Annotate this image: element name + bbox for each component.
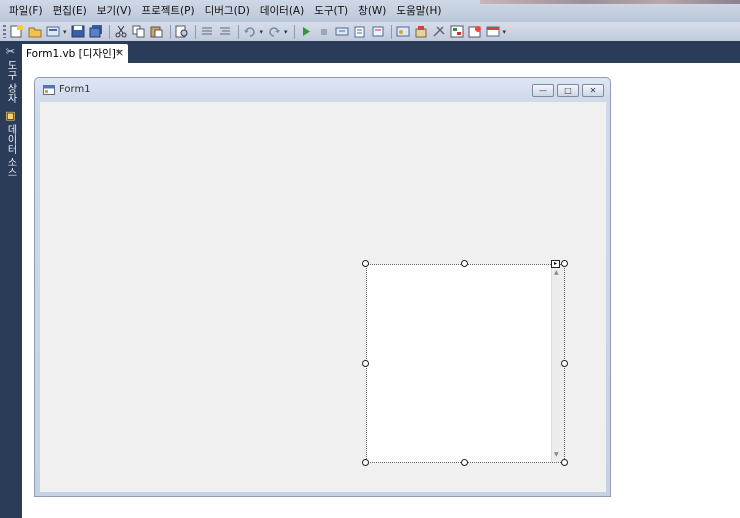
side-tab-data-sources[interactable]: ▣ 데이터 소스 xyxy=(2,109,19,177)
toolbox-icon: ✂ xyxy=(5,45,16,58)
step-into-icon[interactable] xyxy=(334,24,350,39)
maximize-button[interactable]: □ xyxy=(557,84,579,97)
object-browser-icon[interactable] xyxy=(449,24,465,39)
uncomment-icon[interactable] xyxy=(217,24,233,39)
tab-label: Form1.vb [디자인]* xyxy=(26,48,122,60)
close-button[interactable]: ✕ xyxy=(582,84,604,97)
scroll-up-icon[interactable]: ▲ xyxy=(554,269,559,276)
menu-project[interactable]: 프로젝트(P) xyxy=(136,0,199,22)
undo-icon[interactable] xyxy=(242,24,258,39)
menu-data[interactable]: 데이터(A) xyxy=(255,0,309,22)
resize-handle-s[interactable] xyxy=(461,459,468,466)
step-out-icon[interactable] xyxy=(370,24,386,39)
resize-handle-se[interactable] xyxy=(561,459,568,466)
menu-help[interactable]: 도움말(H) xyxy=(391,0,446,22)
close-icon[interactable]: × xyxy=(115,46,124,59)
menu-window[interactable]: 창(W) xyxy=(353,0,391,22)
toolbar-separator xyxy=(293,24,295,39)
stop-icon[interactable] xyxy=(316,24,332,39)
side-tab-label: 데이터 소스 xyxy=(5,124,16,178)
redo-icon[interactable] xyxy=(266,24,282,39)
side-tab-toolbox[interactable]: ✂ 도구 상자 xyxy=(2,45,19,103)
find-icon[interactable] xyxy=(174,24,190,39)
toolbar-separator xyxy=(237,24,239,39)
minimize-button[interactable]: — xyxy=(532,84,554,97)
menu-debug[interactable]: 디버그(D) xyxy=(200,0,255,22)
resize-handle-n[interactable] xyxy=(461,260,468,267)
toolbox-icon[interactable] xyxy=(431,24,447,39)
paste-icon[interactable] xyxy=(149,24,165,39)
menu-view[interactable]: 보기(V) xyxy=(92,0,137,22)
open-file-icon[interactable] xyxy=(27,24,43,39)
add-item-dropdown-icon[interactable]: ▾ xyxy=(63,28,67,36)
form-titlebar: Form1 — □ ✕ xyxy=(35,78,610,102)
resize-handle-sw[interactable] xyxy=(362,459,369,466)
step-over-icon[interactable] xyxy=(352,24,368,39)
start-debug-icon[interactable] xyxy=(298,24,314,39)
document-tab-strip: Form1.vb [디자인]* × xyxy=(22,41,740,63)
start-page-icon[interactable] xyxy=(467,24,483,39)
properties-icon[interactable] xyxy=(413,24,429,39)
resize-handle-nw[interactable] xyxy=(362,260,369,267)
comment-icon[interactable] xyxy=(199,24,215,39)
solution-explorer-icon[interactable] xyxy=(395,24,411,39)
smart-tag-arrow-icon[interactable]: ▸ xyxy=(551,260,560,268)
toolbar-separator xyxy=(108,24,110,39)
form-icon xyxy=(43,85,55,95)
redo-dropdown-icon[interactable]: ▾ xyxy=(284,28,288,36)
menu-bar: 파일(F) 편집(E) 보기(V) 프로젝트(P) 디버그(D) 데이터(A) … xyxy=(0,0,740,22)
toolbar-grip[interactable] xyxy=(3,25,6,38)
form-title: Form1 xyxy=(59,84,91,95)
new-project-icon[interactable] xyxy=(9,24,25,39)
standard-toolbar: ▾ ▾ ▾ ▾ xyxy=(0,22,740,41)
resize-handle-e[interactable] xyxy=(561,360,568,367)
tab-form1-design[interactable]: Form1.vb [디자인]* × xyxy=(22,44,128,63)
undo-dropdown-icon[interactable]: ▾ xyxy=(260,28,264,36)
caption-buttons: — □ ✕ xyxy=(529,84,604,97)
toolbar-separator xyxy=(169,24,171,39)
save-all-icon[interactable] xyxy=(88,24,104,39)
copy-icon[interactable] xyxy=(131,24,147,39)
window-icon[interactable] xyxy=(485,24,501,39)
window-title-strip xyxy=(480,0,740,4)
resize-handle-ne[interactable] xyxy=(561,260,568,267)
cut-icon[interactable] xyxy=(113,24,129,39)
add-item-icon[interactable] xyxy=(45,24,61,39)
toolbar-overflow-icon[interactable]: ▾ xyxy=(503,28,507,36)
side-panel: ✂ 도구 상자 ▣ 데이터 소스 xyxy=(0,41,22,518)
listbox-control[interactable]: ▲ ▼ xyxy=(366,264,565,463)
toolbar-separator xyxy=(194,24,196,39)
data-sources-icon: ▣ xyxy=(5,109,16,122)
side-tab-label: 도구 상자 xyxy=(5,60,16,104)
resize-handle-w[interactable] xyxy=(362,360,369,367)
toolbar-separator xyxy=(390,24,392,39)
menu-edit[interactable]: 편집(E) xyxy=(48,0,92,22)
save-icon[interactable] xyxy=(70,24,86,39)
menu-tools[interactable]: 도구(T) xyxy=(309,0,353,22)
scroll-down-icon[interactable]: ▼ xyxy=(554,451,559,458)
menu-file[interactable]: 파일(F) xyxy=(4,0,48,22)
